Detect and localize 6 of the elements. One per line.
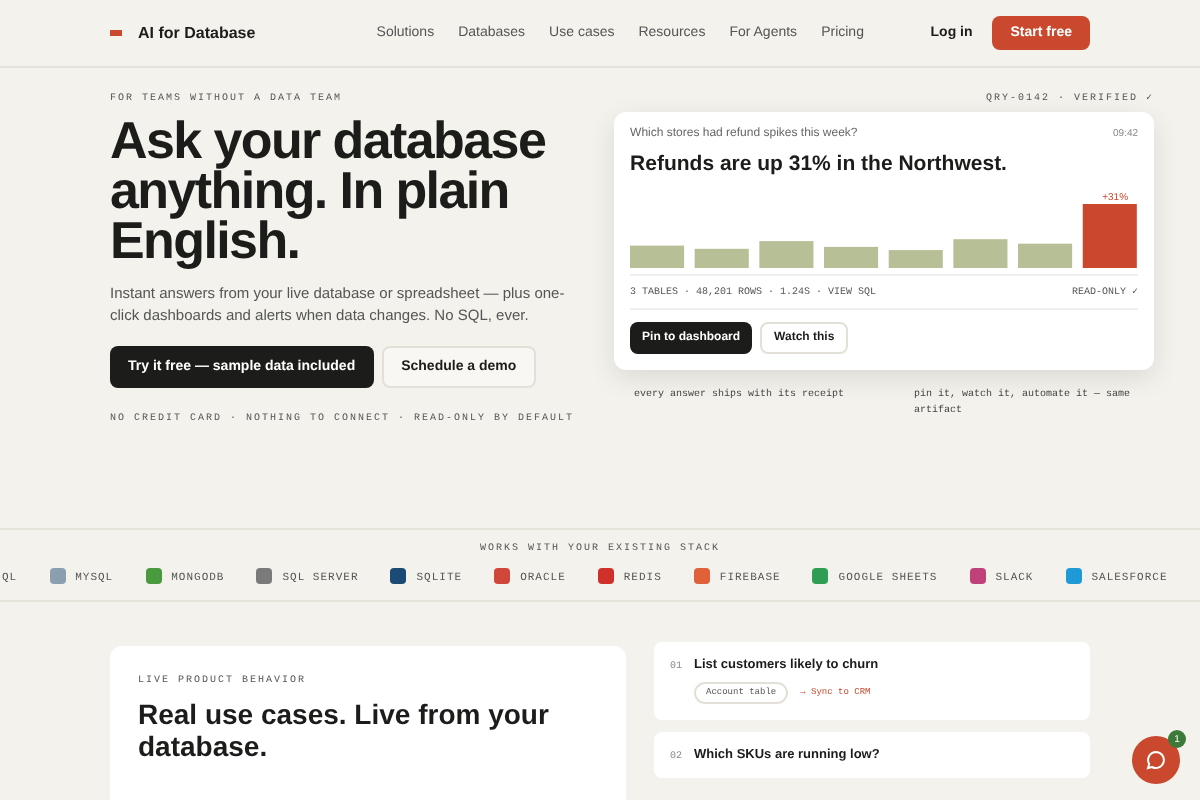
answer-headline: Refunds are up 31% in the Northwest.	[630, 152, 1009, 176]
hero-heading: Ask your database anything. In plain English.	[110, 116, 548, 266]
brand-name: AI for Database	[138, 24, 256, 42]
showcase-heading: Real use cases. Live from your database.	[138, 698, 551, 762]
chat-icon	[1146, 750, 1166, 770]
logo-icon	[110, 30, 122, 36]
